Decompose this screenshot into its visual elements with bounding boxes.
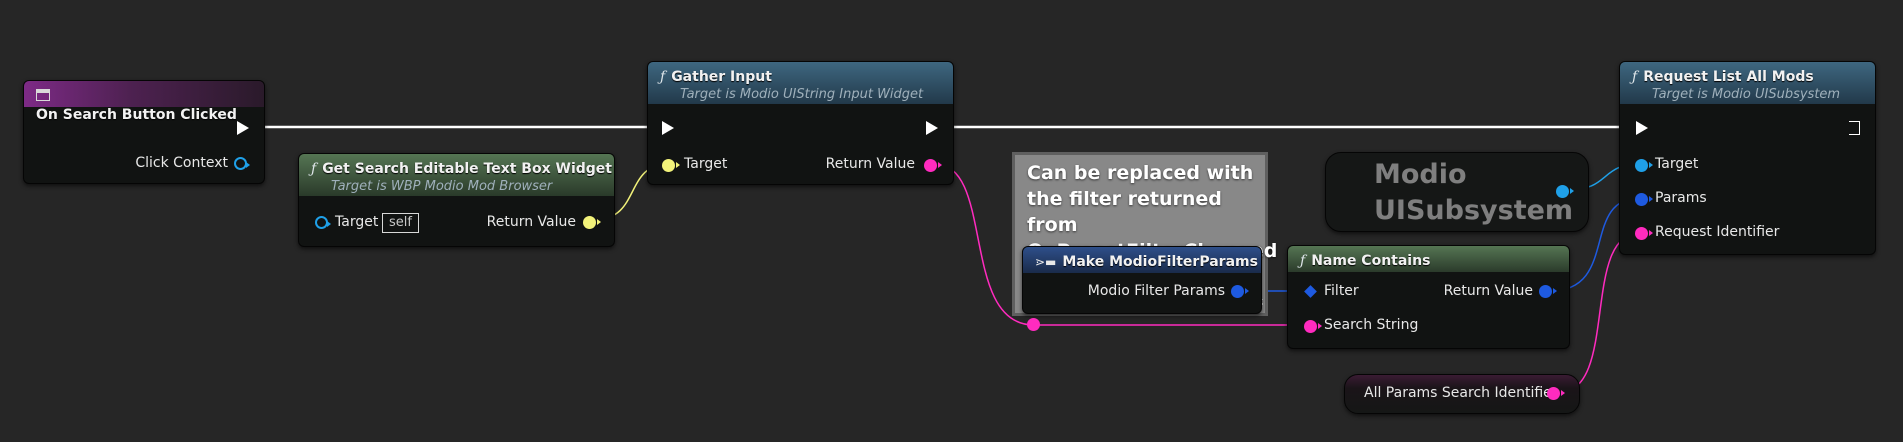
filter-pin[interactable]: [1304, 285, 1317, 298]
node-header: ƒ Request List All Mods Target is Modio U…: [1620, 62, 1875, 104]
search-string-label: Search String: [1324, 317, 1419, 333]
name-contains-node[interactable]: ƒ Name Contains Filter Return Value Searc…: [1287, 245, 1570, 349]
return-value-label: Return Value: [825, 156, 915, 172]
node-title: Name Contains: [1311, 253, 1431, 269]
function-icon: ƒ: [311, 161, 317, 177]
make-struct-icon: ⋗▬: [1035, 255, 1057, 269]
click-context-pin[interactable]: [234, 157, 250, 170]
return-value-pin[interactable]: [1539, 285, 1557, 298]
target-pin[interactable]: [662, 159, 680, 172]
node-header: ƒ Gather Input Target is Modio UIString I…: [648, 62, 953, 104]
node-subtitle: Target is WBP Modio Mod Browser: [331, 179, 553, 194]
params-label: Params: [1655, 190, 1707, 206]
target-default-field[interactable]: self: [382, 213, 419, 233]
target-label: Target: [684, 156, 728, 172]
modio-uisubsystem-variable-node[interactable]: Modio UISubsystem: [1325, 152, 1589, 232]
node-title: Request List All Mods: [1643, 69, 1814, 85]
function-icon: ƒ: [1632, 69, 1638, 85]
variable-label: Modio UISubsystem: [1374, 159, 1574, 226]
node-header: ƒ Name Contains: [1288, 246, 1569, 272]
gather-input-node[interactable]: ƒ Gather Input Target is Modio UIString I…: [647, 61, 954, 185]
node-subtitle: Target is Modio UIString Input Widget: [680, 87, 924, 102]
string-wire-identifier: [1557, 232, 1641, 394]
get-search-editable-text-box-widget-node[interactable]: ƒ Get Search Editable Text Box Widget Tar…: [298, 153, 615, 247]
identifier-output-pin[interactable]: [1547, 387, 1565, 400]
return-value-label: Return Value: [486, 214, 576, 230]
subsystem-output-pin[interactable]: [1556, 185, 1574, 198]
reroute-node[interactable]: [1027, 318, 1040, 331]
request-identifier-pin[interactable]: [1635, 227, 1653, 240]
node-header: ƒ Get Search Editable Text Box Widget Tar…: [299, 154, 614, 196]
node-title: On Search Button Clicked: [36, 107, 237, 123]
target-label: Target: [1655, 156, 1699, 172]
search-string-pin[interactable]: [1304, 320, 1322, 333]
all-params-search-identifier-node[interactable]: All Params Search Identifier: [1344, 374, 1580, 414]
return-value-pin[interactable]: [583, 216, 601, 229]
node-title: Gather Input: [671, 69, 772, 85]
exec-out-pin[interactable]: [926, 121, 938, 135]
make-modio-filter-params-node[interactable]: ⋗▬ Make ModioFilterParams Modio Filter Pa…: [1022, 246, 1262, 314]
event-icon: [36, 89, 50, 101]
params-pin[interactable]: [1635, 193, 1653, 206]
node-header: ⋗▬ Make ModioFilterParams: [1023, 247, 1261, 273]
target-pin[interactable]: [1635, 159, 1653, 172]
filter-label: Filter: [1324, 283, 1359, 299]
on-search-button-clicked-node[interactable]: On Search Button Clicked Click Context: [23, 80, 265, 184]
node-title: Get Search Editable Text Box Widget: [322, 161, 612, 177]
return-value-label: Return Value: [1443, 283, 1533, 299]
modio-filter-params-pin[interactable]: [1231, 285, 1249, 298]
request-list-all-mods-node[interactable]: ƒ Request List All Mods Target is Modio U…: [1619, 61, 1876, 255]
target-label: Target: [335, 214, 379, 230]
click-context-label: Click Context: [135, 155, 228, 171]
exec-in-pin[interactable]: [662, 121, 674, 135]
node-header: On Search Button Clicked: [24, 81, 264, 123]
function-icon: ƒ: [1300, 253, 1306, 269]
exec-out-pin[interactable]: [237, 121, 249, 135]
node-title: Make ModioFilterParams: [1062, 254, 1258, 270]
exec-in-pin[interactable]: [1636, 121, 1648, 135]
node-subtitle: Target is Modio UISubsystem: [1652, 87, 1841, 102]
variable-label: All Params Search Identifier: [1364, 385, 1558, 401]
request-identifier-label: Request Identifier: [1655, 224, 1780, 240]
target-pin[interactable]: [315, 216, 331, 229]
exec-out-pin[interactable]: [1849, 121, 1861, 135]
return-value-pin[interactable]: [924, 159, 942, 172]
function-icon: ƒ: [660, 69, 666, 85]
modio-filter-params-label: Modio Filter Params: [1087, 283, 1225, 299]
